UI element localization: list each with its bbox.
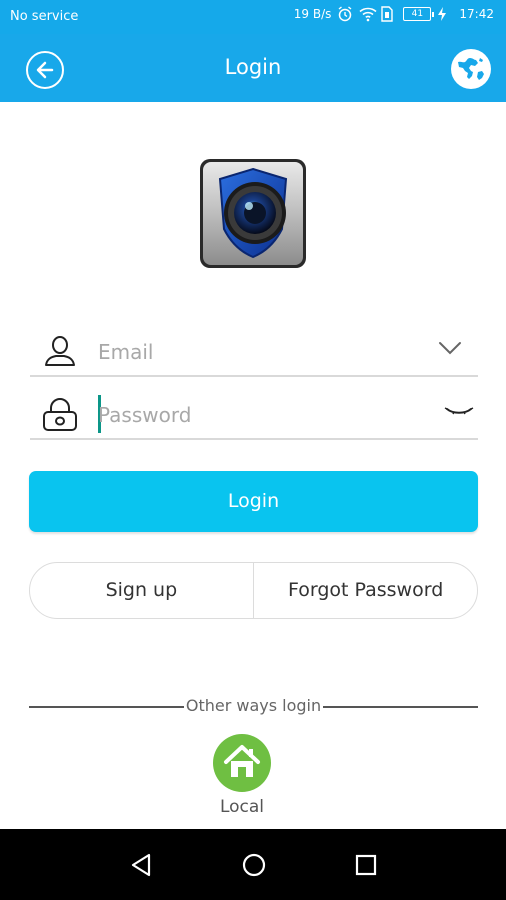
nav-back-icon[interactable] [127,850,157,880]
battery-icon: 41 [403,7,435,21]
wifi-icon [359,6,377,22]
app-logo [198,157,308,270]
charging-icon [437,6,453,22]
alarm-icon [337,6,353,22]
email-input[interactable] [98,335,428,369]
system-nav-bar [0,829,506,900]
nav-recents-icon[interactable] [351,850,381,880]
lock-icon [42,396,78,432]
email-field [30,327,478,377]
carrier-text: No service [10,9,79,24]
globe-icon [451,49,491,89]
password-input[interactable] [98,398,428,432]
page-title: Login [224,55,282,79]
language-button[interactable] [450,48,492,90]
sim-icon [381,6,397,22]
divider-right [323,706,478,708]
local-label: Local [219,797,265,817]
signup-button[interactable]: Sign up [30,563,253,618]
home-icon [224,745,260,777]
app-bar: Login [0,34,506,102]
eye-closed-icon[interactable] [444,404,474,420]
user-icon [42,333,78,369]
network-speed: 19 B/s [293,7,332,21]
password-field [30,390,478,440]
chevron-down-icon[interactable] [438,339,462,357]
status-icons: 19 B/s 41 17:42 [294,6,494,22]
status-bar: No service 19 B/s 41 17:42 [0,0,506,34]
login-button[interactable]: Login [29,471,478,532]
clock: 17:42 [459,7,494,21]
account-actions: Sign up Forgot Password [29,562,478,619]
forgot-password-button[interactable]: Forgot Password [254,563,477,618]
battery-level: 41 [411,9,424,19]
local-login-button[interactable] [213,734,271,792]
other-ways-section: Other ways login [29,696,478,718]
nav-home-icon[interactable] [239,850,269,880]
